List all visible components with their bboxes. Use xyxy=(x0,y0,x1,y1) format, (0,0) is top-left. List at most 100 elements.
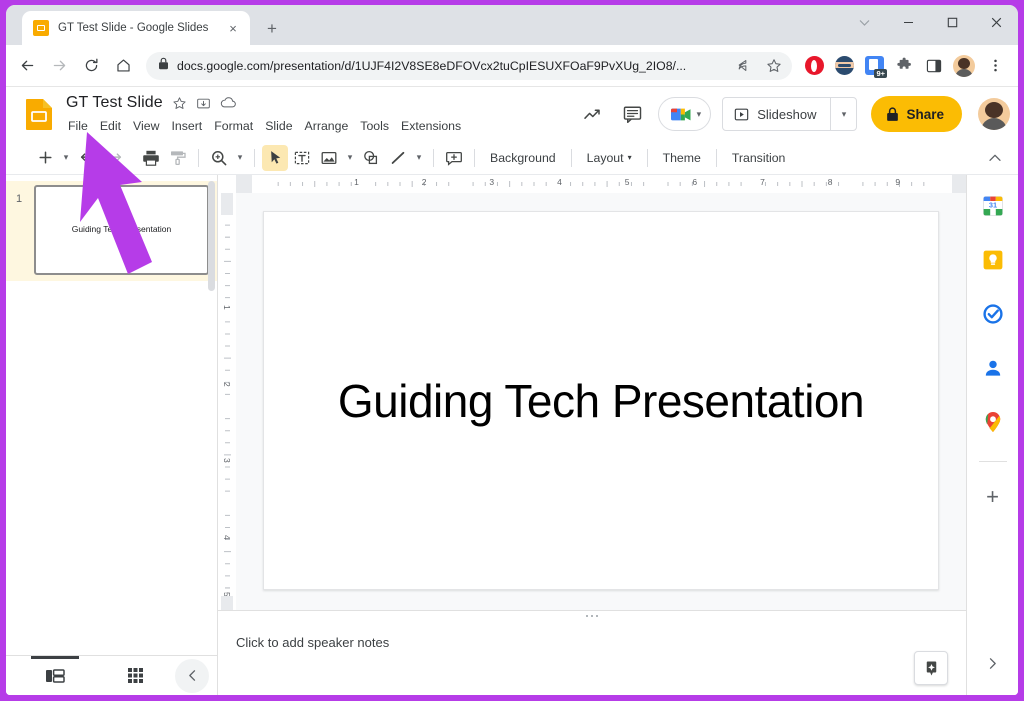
opera-extension-icon[interactable] xyxy=(800,52,828,80)
forward-button[interactable] xyxy=(44,51,74,81)
layout-button[interactable]: Layout ▾ xyxy=(579,147,640,169)
notes-resize-handle[interactable] xyxy=(218,610,966,621)
app-extension-icon[interactable]: 9+ xyxy=(860,52,888,80)
slideshow-caret[interactable]: ▾ xyxy=(830,98,856,130)
menu-file[interactable]: File xyxy=(62,117,94,135)
address-bar[interactable]: docs.google.com/presentation/d/1UJF4I2V8… xyxy=(146,52,792,80)
google-keep-icon[interactable] xyxy=(976,243,1010,277)
speaker-notes-area[interactable]: Click to add speaker notes xyxy=(218,621,966,695)
new-slide-caret[interactable]: ▾ xyxy=(59,152,73,163)
hruler-label-1: 1 xyxy=(354,177,359,187)
explore-icon[interactable] xyxy=(914,651,948,685)
new-tab-button[interactable]: + xyxy=(258,14,286,42)
menu-arrange[interactable]: Arrange xyxy=(299,117,355,135)
maximize-icon[interactable] xyxy=(930,5,974,39)
print-icon[interactable] xyxy=(138,145,164,171)
menu-edit[interactable]: Edit xyxy=(94,117,127,135)
page-title[interactable]: GT Test Slide xyxy=(66,94,163,112)
activity-dashboard-icon[interactable] xyxy=(575,96,611,132)
slideshow-main[interactable]: Slideshow xyxy=(723,98,830,130)
slideshow-button[interactable]: Slideshow ▾ xyxy=(722,97,857,131)
back-button[interactable] xyxy=(12,51,42,81)
move-to-folder-icon[interactable] xyxy=(196,96,211,111)
undo-icon[interactable] xyxy=(74,145,100,171)
add-app-button[interactable]: + xyxy=(976,480,1010,514)
transition-button[interactable]: Transition xyxy=(724,147,794,169)
filmstrip-view-icon[interactable] xyxy=(14,656,96,695)
slide-number: 1 xyxy=(10,185,28,205)
text-box-icon[interactable] xyxy=(289,145,315,171)
select-arrow-icon[interactable] xyxy=(262,145,288,171)
slide-title-text[interactable]: Guiding Tech Presentation xyxy=(338,374,864,428)
grid-view-icon[interactable] xyxy=(96,656,175,695)
lock-icon xyxy=(886,107,899,122)
theme-button[interactable]: Theme xyxy=(655,147,709,169)
menu-format[interactable]: Format xyxy=(208,117,259,135)
chevron-down-icon[interactable] xyxy=(842,5,886,39)
slide-thumbnail-preview[interactable]: Guiding Tech Presentation xyxy=(34,185,209,275)
line-caret[interactable]: ▾ xyxy=(412,152,426,163)
line-icon[interactable] xyxy=(385,145,411,171)
new-slide-button[interactable] xyxy=(32,145,58,171)
vruler-label-2: 2 xyxy=(222,382,232,387)
puzzle-extensions-icon[interactable] xyxy=(890,52,918,80)
toolbar-divider-5 xyxy=(571,149,572,167)
close-window-icon[interactable] xyxy=(974,5,1018,39)
slide-stage[interactable]: Guiding Tech Presentation xyxy=(236,193,966,610)
ninja-extension-icon[interactable] xyxy=(830,52,858,80)
hruler-label-3: 3 xyxy=(489,177,494,187)
share-icon[interactable] xyxy=(730,54,754,78)
google-maps-icon[interactable] xyxy=(976,405,1010,439)
slide-canvas[interactable]: Guiding Tech Presentation xyxy=(263,211,939,590)
menu-tools[interactable]: Tools xyxy=(354,117,395,135)
zoom-icon[interactable] xyxy=(206,145,232,171)
add-comment-icon[interactable] xyxy=(441,145,467,171)
vertical-ruler[interactable]: 1 2 3 4 5 xyxy=(218,193,236,610)
slide-thumbnail-1[interactable]: 1 Guiding Tech Presentation xyxy=(6,181,217,281)
collapse-panel-icon[interactable] xyxy=(175,659,209,693)
editor-body: 1 Guiding Tech Presentation xyxy=(6,175,1018,695)
horizontal-ruler[interactable]: 1 2 3 4 5 6 7 8 9 xyxy=(218,175,966,193)
chevron-down-icon[interactable]: ▾ xyxy=(697,109,702,120)
google-contacts-icon[interactable] xyxy=(976,351,1010,385)
hruler-label-6: 6 xyxy=(692,177,697,187)
star-icon[interactable] xyxy=(762,54,786,78)
toolbar-divider-2 xyxy=(254,149,255,167)
hruler-label-4: 4 xyxy=(557,177,562,187)
background-button[interactable]: Background xyxy=(482,147,564,169)
redo-icon[interactable] xyxy=(101,145,127,171)
close-icon[interactable]: × xyxy=(225,20,241,36)
speaker-notes-placeholder: Click to add speaker notes xyxy=(236,635,948,650)
shape-icon[interactable] xyxy=(358,145,384,171)
screenshot-root: GT Test Slide - Google Slides × + xyxy=(0,0,1024,701)
three-dot-menu[interactable] xyxy=(980,51,1010,81)
filmstrip-scrollbar[interactable] xyxy=(208,181,215,291)
slide-thumbnail-list: 1 Guiding Tech Presentation xyxy=(6,175,217,655)
menu-insert[interactable]: Insert xyxy=(165,117,208,135)
google-meet-button[interactable]: ▾ xyxy=(658,97,712,131)
header-actions: ▾ Slideshow ▾ Share xyxy=(575,96,1010,132)
share-button[interactable]: Share xyxy=(871,96,962,132)
comment-icon[interactable] xyxy=(615,96,651,132)
profile-avatar[interactable] xyxy=(950,52,978,80)
image-caret[interactable]: ▾ xyxy=(343,152,357,163)
side-panel-icon[interactable] xyxy=(920,52,948,80)
zoom-caret[interactable]: ▾ xyxy=(233,152,247,163)
home-button[interactable] xyxy=(108,51,138,81)
cloud-saved-icon[interactable] xyxy=(220,96,237,110)
star-icon[interactable] xyxy=(172,96,187,111)
google-calendar-icon[interactable]: 31 xyxy=(976,189,1010,223)
browser-tab[interactable]: GT Test Slide - Google Slides × xyxy=(22,11,250,45)
user-avatar[interactable] xyxy=(978,98,1010,130)
paint-format-icon[interactable] xyxy=(165,145,191,171)
expand-side-panel-icon[interactable] xyxy=(977,647,1009,679)
insert-image-icon[interactable] xyxy=(316,145,342,171)
google-tasks-icon[interactable] xyxy=(976,297,1010,331)
menu-view[interactable]: View xyxy=(127,117,165,135)
minimize-icon[interactable] xyxy=(886,5,930,39)
reload-button[interactable] xyxy=(76,51,106,81)
collapse-toolbar-icon[interactable] xyxy=(982,145,1008,171)
menu-extensions[interactable]: Extensions xyxy=(395,117,467,135)
extension-badge: 9+ xyxy=(874,69,887,78)
menu-slide[interactable]: Slide xyxy=(259,117,298,135)
